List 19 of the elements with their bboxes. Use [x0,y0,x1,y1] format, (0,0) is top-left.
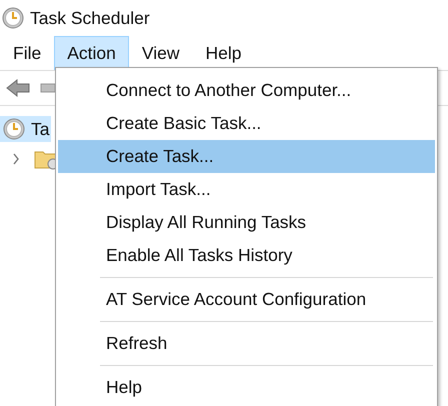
app-clock-icon [2,7,24,29]
menu-item[interactable]: AT Service Account Configuration [58,283,435,316]
back-arrow-icon[interactable] [6,78,30,98]
menu-item[interactable]: Enable All Tasks History [58,239,435,272]
menu-bar-item[interactable]: File [0,36,54,70]
menu-item[interactable]: Create Basic Task... [58,107,435,140]
menu-item[interactable]: Create Task... [58,140,435,173]
clock-icon [3,118,25,140]
menu-item[interactable]: Connect to Another Computer... [58,74,435,107]
expand-chevron-icon[interactable] [12,153,20,165]
menu-bar-item[interactable]: Help [192,36,254,70]
menu-item[interactable]: Refresh [58,327,435,360]
tree-item[interactable]: Ta [0,116,52,142]
menu-bar-item[interactable]: View [128,36,192,70]
menu-bar-item[interactable]: Action [54,36,129,70]
window-title: Task Scheduler [30,8,150,28]
menu-item[interactable]: Help [58,371,435,404]
menu-item[interactable]: Import Task... [58,173,435,206]
menu-item[interactable]: Display All Running Tasks [58,206,435,239]
